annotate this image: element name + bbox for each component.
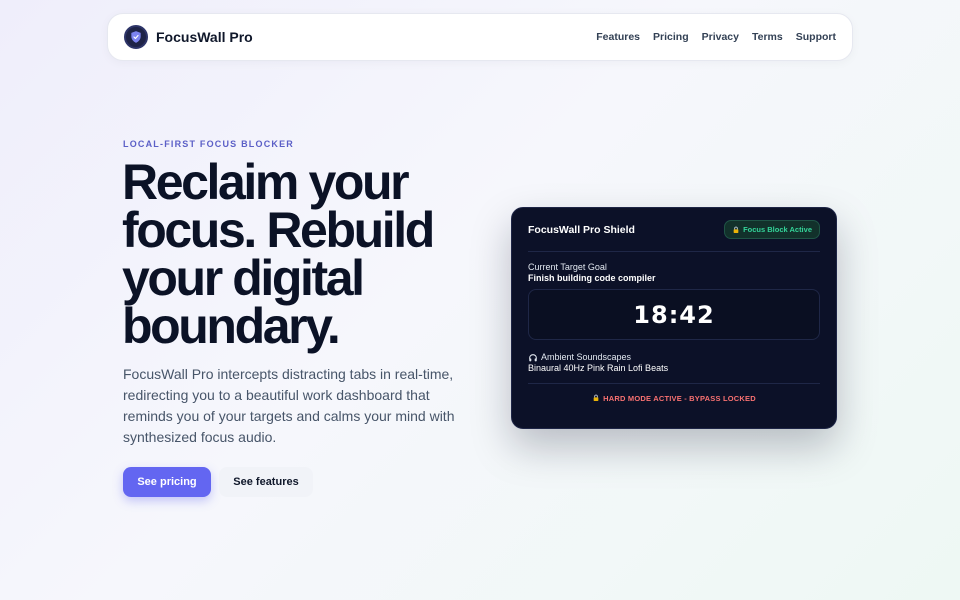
nav-links: Features Pricing Privacy Terms Support bbox=[596, 31, 836, 43]
hero-headline: Reclaim your focus. Rebuild your digital… bbox=[122, 154, 435, 354]
sound-label-row: Ambient Soundscapes bbox=[528, 352, 820, 363]
nav-link-privacy[interactable]: Privacy bbox=[702, 31, 739, 43]
lock-icon bbox=[592, 390, 600, 408]
sound-section: Ambient Soundscapes Binaural 40Hz Pink R… bbox=[528, 352, 820, 374]
sound-label: Ambient Soundscapes bbox=[541, 352, 632, 362]
hero-eyebrow: LOCAL-FIRST FOCUS BLOCKER bbox=[123, 139, 294, 149]
headphones-icon bbox=[528, 352, 538, 363]
navbar: FocusWall Pro Features Pricing Privacy T… bbox=[107, 13, 853, 61]
nav-link-features[interactable]: Features bbox=[596, 31, 640, 43]
status-badge: Focus Block Active bbox=[724, 219, 820, 239]
status-badge-label: Focus Block Active bbox=[743, 224, 812, 234]
hard-mode-status: HARD MODE ACTIVE - BYPASS LOCKED bbox=[603, 394, 756, 403]
hero-lead: FocusWall Pro intercepts distracting tab… bbox=[123, 366, 455, 445]
card-footer: HARD MODE ACTIVE - BYPASS LOCKED bbox=[528, 383, 820, 413]
card-title: FocusWall Pro Shield bbox=[528, 223, 635, 236]
brand[interactable]: FocusWall Pro bbox=[124, 25, 253, 49]
nav-link-pricing[interactable]: Pricing bbox=[653, 31, 689, 43]
timer-value: 18:42 bbox=[633, 300, 715, 329]
shield-icon bbox=[124, 25, 148, 49]
see-features-button[interactable]: See features bbox=[219, 467, 313, 497]
nav-link-terms[interactable]: Terms bbox=[752, 31, 783, 43]
nav-link-support[interactable]: Support bbox=[796, 31, 836, 43]
card-header: FocusWall Pro Shield Focus Block Active bbox=[528, 208, 820, 252]
goal-value: Finish building code compiler bbox=[528, 273, 656, 283]
brand-name: FocusWall Pro bbox=[156, 29, 253, 45]
lock-icon bbox=[732, 225, 740, 234]
goal-section: Current Target Goal Finish building code… bbox=[528, 262, 820, 284]
see-pricing-button[interactable]: See pricing bbox=[123, 467, 211, 497]
timer-display: 18:42 bbox=[528, 289, 820, 340]
sound-tracks: Binaural 40Hz Pink Rain Lofi Beats bbox=[528, 363, 669, 373]
goal-label: Current Target Goal bbox=[528, 262, 607, 272]
shield-preview-card: FocusWall Pro Shield Focus Block Active … bbox=[511, 207, 837, 429]
